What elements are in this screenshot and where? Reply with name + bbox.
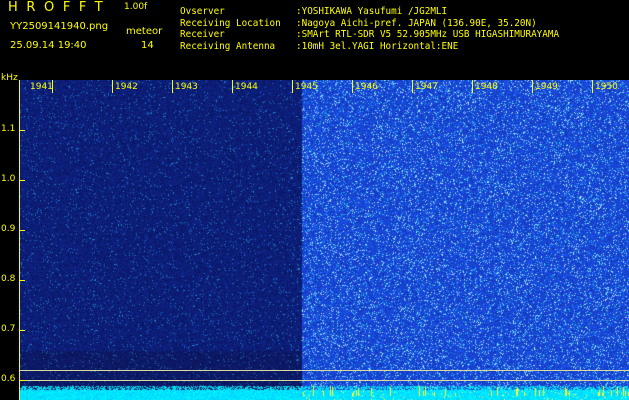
meteor-label: meteor [126, 26, 163, 37]
x-tick [232, 80, 233, 93]
antenna-row: Receiving Antenna :10mH 3el.YAGI Horizont… [180, 41, 559, 53]
y-label: 0.9 [1, 224, 16, 234]
y-tick [20, 130, 25, 131]
x-label: 1944 [235, 82, 258, 92]
station-info: Ovserver :YOSHIKAWA Yasufumi /JG2MLI Rece… [180, 6, 559, 52]
x-label: 1943 [175, 82, 198, 92]
y-tick [20, 330, 25, 331]
receiver-value: :SMArt RTL-SDR V5 52.905MHz USB HIGASHIM… [296, 29, 560, 40]
x-tick [112, 80, 113, 93]
y-tick [20, 180, 25, 181]
x-tick [292, 80, 293, 93]
meteor-count: 14 [141, 40, 154, 51]
y-label: 1.0 [1, 174, 16, 184]
waterfall-plot [20, 80, 629, 400]
app-title: HROFFT [8, 0, 112, 15]
receiver-row: Receiver :SMArt RTL-SDR V5 52.905MHz USB … [180, 29, 559, 41]
capture-datetime: 25.09.14 19:40 [10, 40, 87, 51]
x-label: 1941 [30, 82, 53, 92]
antenna-key: Receiving Antenna [180, 40, 276, 52]
image-filename: YY2509141940.png [10, 21, 109, 32]
x-tick [352, 80, 353, 93]
x-label: 1945 [295, 82, 318, 92]
x-tick [52, 80, 53, 93]
reference-line-upper [20, 370, 629, 371]
y-tick [20, 280, 25, 281]
location-key: Receiving Location [180, 17, 281, 29]
antenna-value: :10mH 3el.YAGI Horizontal:ENE [296, 40, 459, 52]
x-tick [532, 80, 533, 93]
x-label: 1947 [415, 82, 438, 92]
y-tick [20, 230, 25, 231]
x-label: 1948 [475, 82, 498, 92]
reference-line-lower [20, 380, 629, 381]
y-label: 0.8 [1, 274, 16, 284]
y-label: 0.7 [1, 324, 16, 334]
location-value: :Nagoya Aichi-pref. JAPAN (136.90E, 35.2… [296, 17, 537, 29]
y-tick [20, 380, 25, 381]
frequency-unit-label: kHz [1, 73, 18, 83]
x-label: 1949 [535, 82, 558, 92]
hrofft-window: HROFFT 1.00f YY2509141940.png meteor 25.… [0, 0, 629, 400]
location-row: Receiving Location :Nagoya Aichi-pref. JA… [180, 18, 559, 30]
observer-key: Ovserver [180, 6, 225, 17]
x-tick [412, 80, 413, 93]
app-version: 1.00f [124, 2, 148, 12]
y-label: 1.1 [1, 124, 16, 134]
x-tick [172, 80, 173, 93]
x-label: 1950 [595, 82, 618, 92]
x-tick [592, 80, 593, 93]
y-label: 0.6 [1, 374, 16, 384]
observer-row: Ovserver :YOSHIKAWA Yasufumi /JG2MLI [180, 6, 559, 18]
x-tick [472, 80, 473, 93]
x-label: 1946 [355, 82, 378, 92]
waterfall-canvas [20, 80, 629, 400]
observer-value: :YOSHIKAWA Yasufumi /JG2MLI [296, 6, 448, 17]
receiver-key: Receiver [180, 29, 225, 40]
y-axis-line [19, 80, 20, 400]
x-label: 1942 [115, 82, 138, 92]
